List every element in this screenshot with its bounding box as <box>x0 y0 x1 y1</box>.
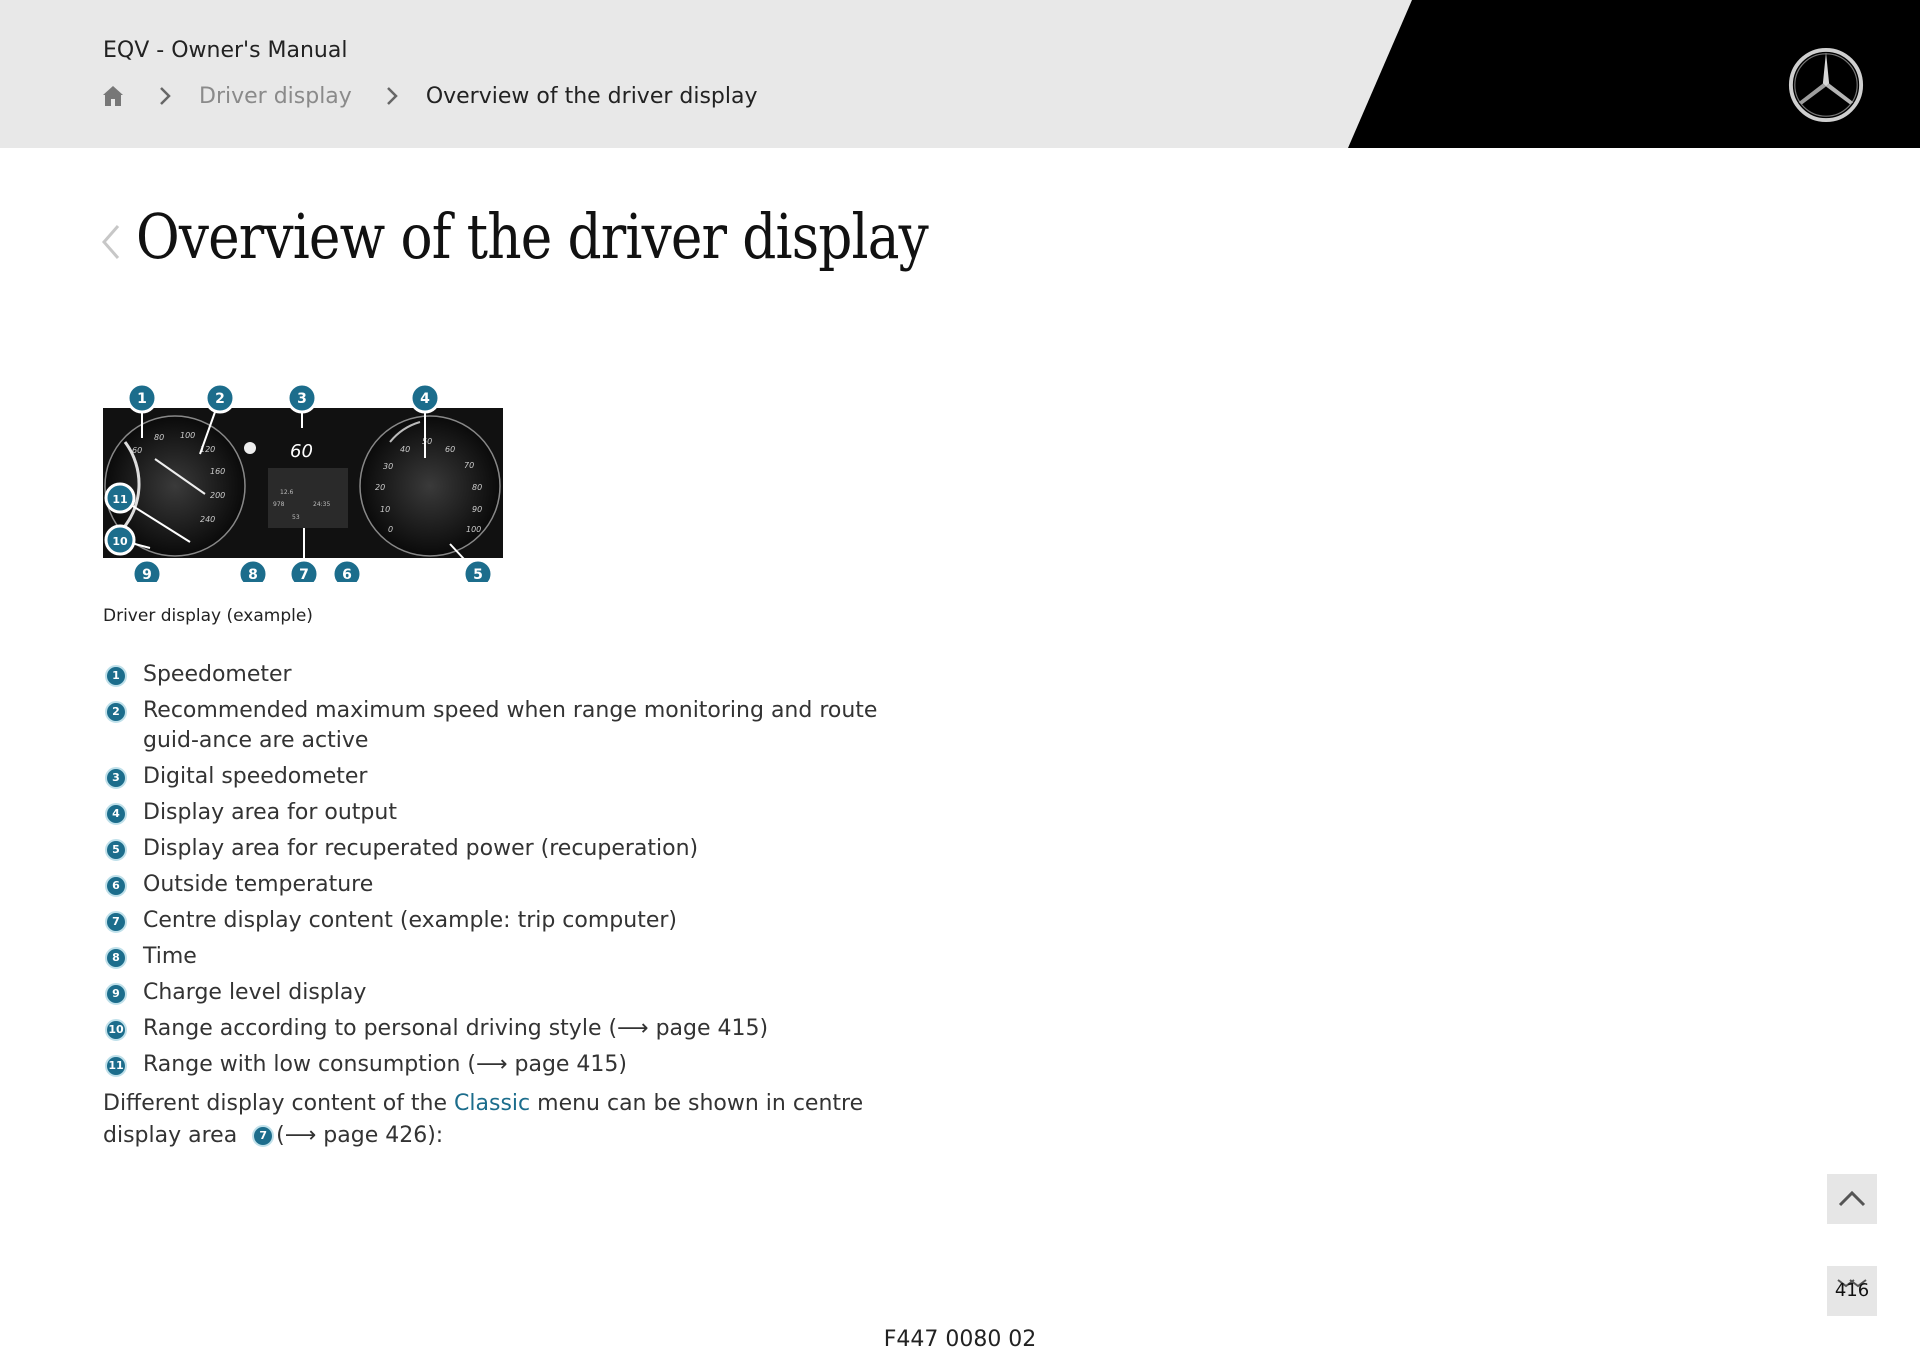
legend-item: 4 Display area for output <box>103 798 893 828</box>
callout-label: 4 <box>420 391 430 407</box>
tick-label: 70 <box>464 461 474 470</box>
body-paragraph: Different display content of the Classic… <box>103 1088 903 1152</box>
breadcrumb: Driver display Overview of the driver di… <box>101 80 758 112</box>
center-line: 12.6 <box>280 489 294 496</box>
callout-number: 10 <box>105 1019 127 1041</box>
legend-item: 10 Range according to personal driving st… <box>103 1014 893 1044</box>
center-line: 24:35 <box>313 501 330 508</box>
page-title: Overview of the driver display <box>136 200 929 273</box>
legend-list: 1 Speedometer 2 Recommended maximum speed … <box>103 660 893 1086</box>
page-number-box[interactable]: 416 <box>1827 1266 1877 1316</box>
legend-text: Centre display content (example: trip co… <box>143 908 677 933</box>
page-reference-link[interactable]: (⟶ page 426): <box>276 1123 443 1148</box>
manual-title: EQV - Owner's Manual <box>103 38 348 63</box>
callout-number: 4 <box>105 803 127 825</box>
legend-item: 5 Display area for recuperated power (rec… <box>103 834 893 864</box>
legend-text: Digital speedometer <box>143 764 368 789</box>
callout-label: 3 <box>297 391 307 407</box>
callout-label: 2 <box>215 391 225 407</box>
callout-label: 9 <box>142 567 152 582</box>
chevron-right-icon <box>380 84 404 108</box>
center-panel <box>268 468 348 528</box>
legend-item: 8 Time <box>103 942 893 972</box>
callout-number: 7 <box>105 911 127 933</box>
tick-label: 100 <box>466 525 481 534</box>
callout-number: 9 <box>105 983 127 1005</box>
tick-label: 10 <box>380 505 390 514</box>
legend-text: Range with low consumption (⟶ page 415) <box>143 1052 628 1077</box>
callout-number: 8 <box>105 947 127 969</box>
center-line: 53 <box>292 514 300 521</box>
tick-label: 90 <box>472 505 482 514</box>
tick-label: 0 <box>388 525 393 534</box>
legend-text: Display area for output <box>143 800 397 825</box>
breadcrumb-driver-display[interactable]: Driver display <box>199 84 352 109</box>
scroll-top-button[interactable] <box>1827 1174 1877 1224</box>
tick-label: 80 <box>472 483 482 492</box>
tick-label: 80 <box>154 433 164 442</box>
tick-label: 60 <box>132 446 142 455</box>
home-icon[interactable] <box>101 84 125 108</box>
page-number: 416 <box>1834 1280 1870 1301</box>
tick-label: 30 <box>383 462 393 471</box>
callout-label: 6 <box>342 567 352 582</box>
tick-label: 160 <box>210 467 225 476</box>
callout-label: 1 <box>137 391 147 407</box>
tick-label: 200 <box>210 491 225 500</box>
callout-number: 5 <box>105 839 127 861</box>
center-line: 978 <box>273 501 285 508</box>
tick-label: 60 <box>445 445 455 454</box>
callout-number: 1 <box>105 665 127 687</box>
legend-item: 11 Range with low consumption (⟶ page 415… <box>103 1050 893 1080</box>
legend-item: 2 Recommended maximum speed when range mo… <box>103 696 893 756</box>
callout-label: 11 <box>112 493 127 506</box>
figure-caption: Driver display (example) <box>103 606 313 626</box>
tick-label: 240 <box>200 515 215 524</box>
classic-menu-link[interactable]: Classic <box>454 1091 530 1116</box>
callout-number: 6 <box>105 875 127 897</box>
callout-number: 2 <box>105 701 127 723</box>
chevron-up-icon <box>1838 1190 1866 1207</box>
legend-text: Recommended maximum speed when range mon… <box>143 698 878 753</box>
legend-text: Speedometer <box>143 662 292 687</box>
legend-item: 9 Charge level display <box>103 978 893 1008</box>
page-header: EQV - Owner's Manual Driver display Over… <box>0 0 1920 148</box>
callout-label: 5 <box>473 567 483 582</box>
callout-number: 7 <box>252 1125 275 1147</box>
footer-code: F447 0080 02 <box>883 1327 1037 1352</box>
legend-item: 1 Speedometer <box>103 660 893 690</box>
callout-number: 11 <box>105 1055 127 1077</box>
paragraph-text: Different display content of the <box>103 1091 455 1116</box>
legend-text: Range according to personal driving styl… <box>143 1016 769 1041</box>
legend-item: 7 Centre display content (example: trip c… <box>103 906 893 936</box>
tick-label: 40 <box>400 445 410 454</box>
callout-label: 7 <box>299 567 309 582</box>
chevron-left-icon[interactable] <box>100 222 122 262</box>
breadcrumb-current: Overview of the driver display <box>425 83 758 109</box>
mercedes-star-logo <box>1788 47 1864 123</box>
tick-label: 50 <box>422 437 432 446</box>
callout-label: 10 <box>112 535 128 548</box>
legend-item: 3 Digital speedometer <box>103 762 893 792</box>
driver-display-figure: 60 80 100 120 160 200 240 20 30 40 50 60… <box>103 382 503 582</box>
legend-text: Outside temperature <box>143 872 374 897</box>
speed-readout: 60 <box>290 441 313 462</box>
legend-text: Time <box>143 944 197 969</box>
chevron-right-icon <box>153 84 177 108</box>
tick-label: 100 <box>180 431 195 440</box>
legend-text: Display area for recuperated power (recu… <box>143 836 699 861</box>
callout-label: 8 <box>248 567 258 582</box>
callout-number: 3 <box>105 767 127 789</box>
legend-item: 6 Outside temperature <box>103 870 893 900</box>
legend-text: Charge level display <box>143 980 367 1005</box>
header-black-panel <box>1348 0 1920 148</box>
tick-label: 20 <box>375 483 385 492</box>
